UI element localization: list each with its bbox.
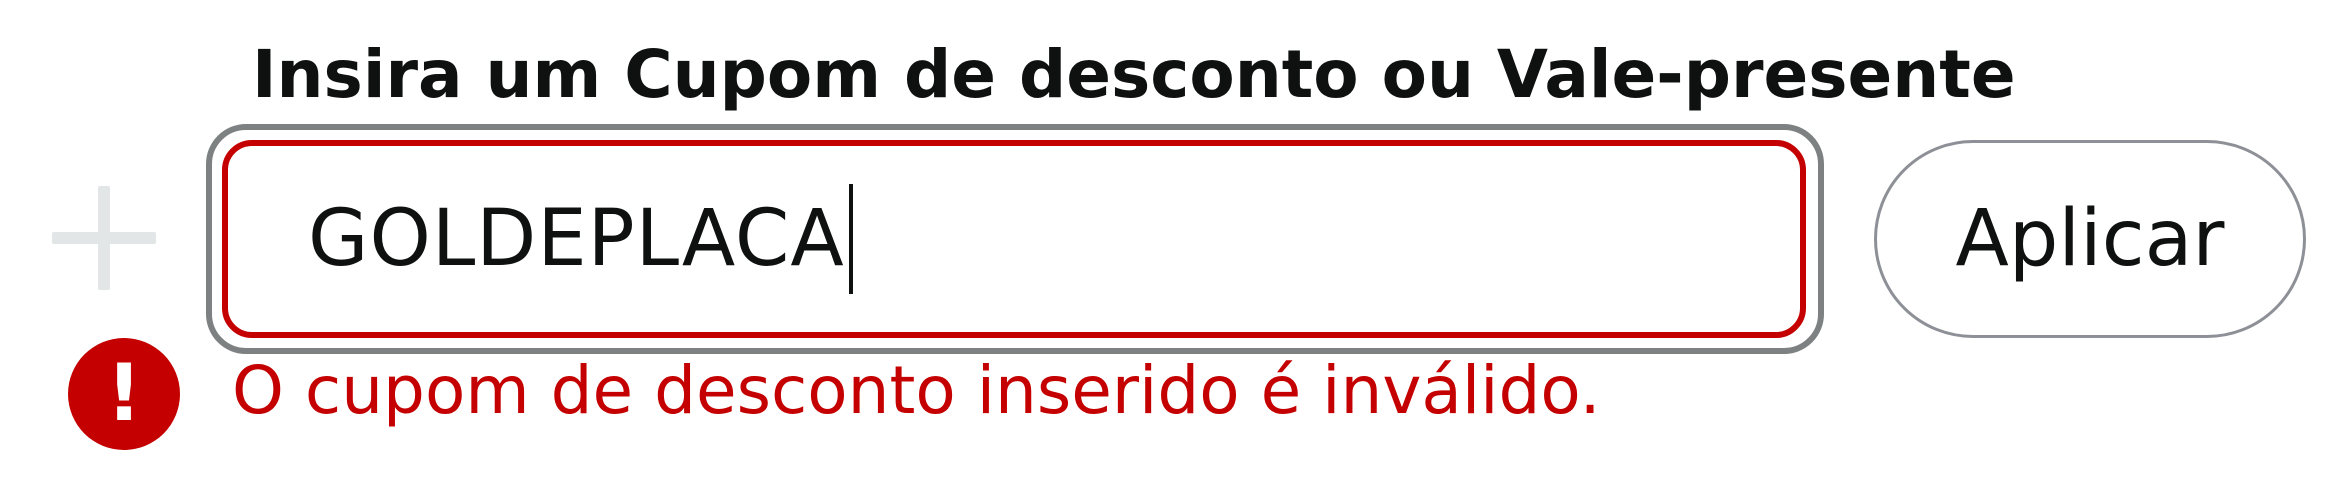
- coupon-input-value: GOLDEPLACA: [308, 194, 845, 284]
- text-caret: [848, 184, 853, 294]
- error-alert-icon: !: [68, 338, 180, 450]
- error-message: O cupom de desconto inserido é inválido.: [232, 352, 1601, 429]
- plus-icon[interactable]: [52, 186, 156, 290]
- coupon-heading: Insira um Cupom de desconto ou Vale-pres…: [252, 36, 2016, 113]
- coupon-input[interactable]: GOLDEPLACA: [222, 140, 1806, 338]
- apply-button[interactable]: Aplicar: [1874, 140, 2306, 338]
